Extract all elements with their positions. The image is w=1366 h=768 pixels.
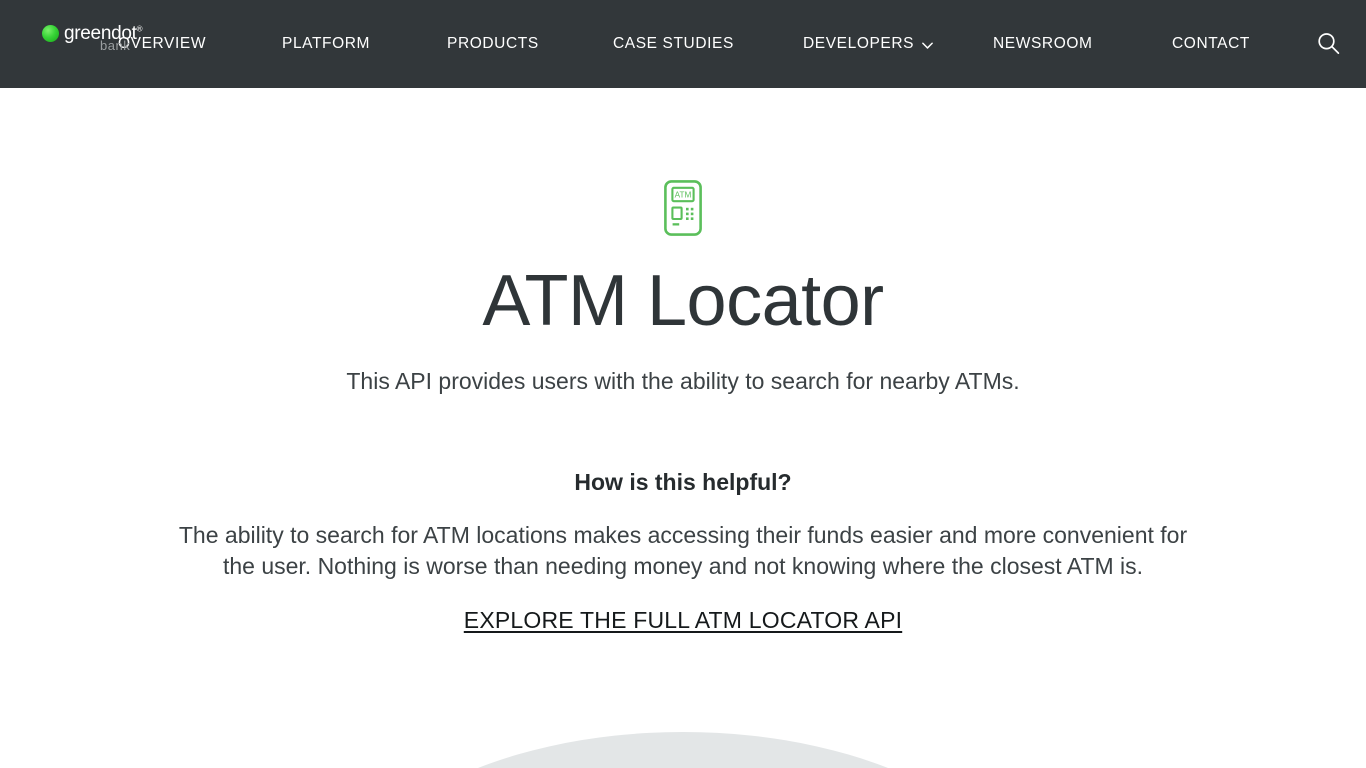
nav-item-newsroom-label: NEWSROOM [993,35,1093,52]
explore-api-link[interactable]: EXPLORE THE FULL ATM LOCATOR API [464,607,902,634]
page-title: ATM Locator [482,261,884,341]
atm-machine-icon: ATM [664,180,702,236]
svg-text:ATM: ATM [675,191,692,200]
bottom-curve-decoration [0,708,1366,768]
brand-logo[interactable]: greendot® bank [42,24,142,64]
nav-item-developers-label: DEVELOPERS [803,35,915,52]
nav-item-platform-label: PLATFORM [282,35,371,52]
brand-logo-row: greendot® [42,24,142,43]
hero-section: ATM ATM Locator This API provides users … [0,88,1366,634]
nav-item-contact-label: CONTACT [1172,35,1250,52]
site-header: greendot® bank OVERVIEW PLATFORM PRODUCT… [0,0,1366,88]
nav-item-products[interactable]: PRODUCTS [447,35,539,53]
brand-trademark: ® [136,24,143,34]
nav-item-case-studies-label: CASE STUDIES [613,35,734,52]
nav-item-case-studies[interactable]: CASE STUDIES [613,35,734,53]
page-subtitle: This API provides users with the ability… [346,368,1020,395]
search-icon[interactable] [1314,29,1344,59]
nav-item-platform[interactable]: PLATFORM [282,35,370,53]
curve-shape [333,732,1033,768]
main-navigation: OVERVIEW PLATFORM PRODUCTS CASE STUDIES … [0,0,1366,88]
green-dot-icon [42,25,59,42]
chevron-down-icon [921,39,934,52]
section-paragraph: The ability to search for ATM locations … [178,522,1188,579]
nav-item-newsroom[interactable]: NEWSROOM [993,35,1093,53]
brand-name: greendot® [64,24,142,43]
nav-item-developers[interactable]: DEVELOPERS [803,35,934,53]
section-heading: How is this helpful? [574,469,792,496]
nav-item-contact[interactable]: CONTACT [1172,35,1250,53]
cta-container: EXPLORE THE FULL ATM LOCATOR API [0,581,1366,634]
brand-name-text: greendot [64,23,137,44]
nav-item-products-label: PRODUCTS [447,35,539,52]
